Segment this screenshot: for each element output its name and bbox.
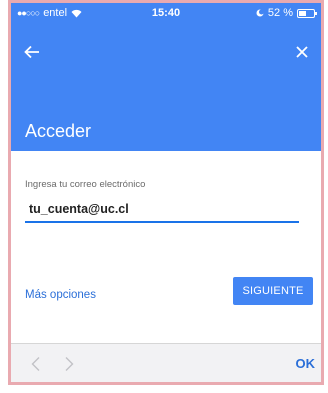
battery-fill	[299, 10, 307, 16]
email-field-wrapper	[25, 197, 315, 223]
more-options-link[interactable]: Más opciones	[25, 289, 96, 301]
arrow-left-icon[interactable]	[21, 41, 43, 63]
page-title: Acceder	[25, 121, 92, 141]
keyboard-toolbar: OK	[11, 343, 321, 382]
screenshot-frame: ●●○○○ entel 15:40 52 % Acceder Ingresa t…	[8, 0, 324, 385]
phone-screen: ●●○○○ entel 15:40 52 % Acceder Ingresa t…	[11, 3, 321, 382]
battery-percent: 52 %	[267, 7, 293, 19]
moon-icon	[256, 9, 264, 17]
email-field[interactable]	[25, 197, 299, 223]
header: Acceder	[11, 23, 321, 151]
close-icon[interactable]	[291, 41, 313, 63]
email-label: Ingresa tu correo electrónico	[25, 179, 146, 190]
chevron-right-icon[interactable]	[62, 356, 76, 372]
chevron-left-icon[interactable]	[29, 356, 43, 372]
battery-icon	[297, 8, 317, 18]
next-button[interactable]: SIGUIENTE	[233, 277, 313, 305]
status-right: 52 %	[256, 3, 317, 23]
status-bar: ●●○○○ entel 15:40 52 %	[11, 3, 321, 23]
sign-in-form: Ingresa tu correo electrónico Más opcion…	[11, 151, 321, 343]
ok-button[interactable]: OK	[296, 356, 316, 371]
